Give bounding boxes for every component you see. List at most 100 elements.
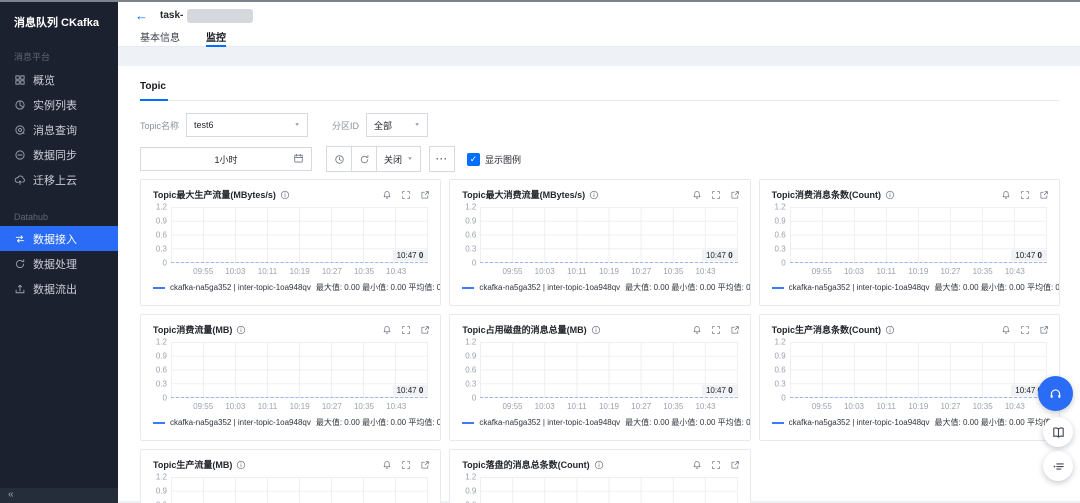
chart-legend-item[interactable]: ckafka-na5ga352 | inter-topic-1oa948qv 最… xyxy=(760,412,1059,428)
export-icon[interactable] xyxy=(730,325,740,335)
info-icon[interactable] xyxy=(236,325,246,335)
info-icon[interactable] xyxy=(236,460,246,470)
info-icon[interactable] xyxy=(280,190,290,200)
sidebar-item-overview[interactable]: 概览 xyxy=(0,67,118,92)
auto-refresh-value: 关闭 xyxy=(384,154,403,165)
more-button[interactable]: ··· xyxy=(428,146,455,172)
alarm-bell-icon[interactable] xyxy=(1001,190,1011,200)
info-icon[interactable] xyxy=(885,190,895,200)
y-tick-label: 0.9 xyxy=(774,351,786,361)
fullscreen-icon[interactable] xyxy=(1020,190,1030,200)
chart-title: Topic最大消费流量(MBytes/s) xyxy=(462,190,586,200)
alarm-bell-icon[interactable] xyxy=(382,190,392,200)
sidebar-item-migrate-to-cloud[interactable]: 迁移上云 xyxy=(0,167,118,192)
export-icon[interactable] xyxy=(420,325,430,335)
tab-topic[interactable]: Topic xyxy=(140,81,168,101)
export-icon[interactable] xyxy=(420,460,430,470)
topic-select[interactable]: test6 ▼ xyxy=(186,113,309,137)
x-tick-label: 10:11 xyxy=(876,402,896,411)
info-icon[interactable] xyxy=(591,325,601,335)
cursor-value-label: 10:47 0 xyxy=(701,250,737,261)
alarm-bell-icon[interactable] xyxy=(1001,325,1011,335)
filter-row: Topic名称 test6 ▼ 分区ID 全部 ▼ xyxy=(140,113,1060,137)
alarm-bell-icon[interactable] xyxy=(692,460,702,470)
alarm-bell-icon[interactable] xyxy=(382,325,392,335)
y-axis: 1.2 0.9 0.6 0.3 0 xyxy=(456,203,480,268)
export-icon[interactable] xyxy=(1039,190,1049,200)
sidebar-item-data-out[interactable]: 数据流出 xyxy=(0,276,118,301)
docs-button[interactable] xyxy=(1043,417,1073,447)
cursor-time: 10:47 xyxy=(705,386,726,395)
y-tick-label: 0.9 xyxy=(774,216,786,226)
x-tick-label: 10:43 xyxy=(386,402,407,411)
fullscreen-icon[interactable] xyxy=(711,190,721,200)
help-button[interactable] xyxy=(1038,376,1073,411)
chart-plot: 1.2 0.9 0.6 0.3 0 10:47 0 xyxy=(450,338,749,403)
export-icon[interactable] xyxy=(420,190,430,200)
chart-card: Topic最大生产流量(MBytes/s) 1.2 0.9 0.6 0.3 0 … xyxy=(140,179,442,306)
time-range-input[interactable]: 1小时 xyxy=(140,147,312,171)
chart-legend-item[interactable]: ckafka-na5ga352 | inter-topic-1oa948qv 最… xyxy=(450,412,750,428)
sidebar-item-message-query[interactable]: 消息查询 xyxy=(0,117,118,142)
partition-select[interactable]: 全部 ▼ xyxy=(366,113,429,137)
x-axis: 09:55 10:03 10:11 10:19 10:27 10:35 10:4… xyxy=(480,400,737,412)
sync-icon xyxy=(14,149,26,161)
series-stats: 最大值: 0.00 最小值: 0.00 平均值: 0.00 xyxy=(315,418,441,427)
alarm-bell-icon[interactable] xyxy=(382,460,392,470)
chart-card: Topic消费流量(MB) 1.2 0.9 0.6 0.3 0 10:47 0 … xyxy=(140,314,442,441)
sidebar-collapse-icon[interactable]: « xyxy=(8,489,14,500)
sidebar-item-label: 数据接入 xyxy=(33,233,77,246)
y-axis: 1.2 0.9 0.6 0.3 0 xyxy=(147,473,171,503)
chart-legend-item[interactable]: ckafka-na5ga352 | inter-topic-1oa948qv 最… xyxy=(141,277,440,293)
fullscreen-icon[interactable] xyxy=(711,325,721,335)
x-tick-label: 10:43 xyxy=(695,267,716,276)
fullscreen-icon[interactable] xyxy=(401,190,411,200)
monitoring-panel: Topic Topic名称 test6 ▼ 分区ID 全部 ▼ 1小时 关闭 ▼… xyxy=(118,66,1080,503)
series-name: ckafka-na5ga352 | inter-topic-1oa948qv xyxy=(788,283,930,292)
chart-plot: 1.2 0.9 0.6 0.3 0 10:47 0 xyxy=(141,203,440,268)
export-icon[interactable] xyxy=(730,190,740,200)
show-legend-checkbox[interactable]: ✓ 显示图例 xyxy=(466,152,521,166)
auto-refresh-select[interactable]: 关闭 ▼ xyxy=(376,146,421,172)
cursor-time: 10:47 xyxy=(396,386,417,395)
time-settings-button[interactable] xyxy=(326,146,352,172)
sidebar: 消息队列 CKafka 消息平台 概览 实例列表 消息查询 数据同步 迁移上云 … xyxy=(0,2,118,503)
sidebar-item-data-in[interactable]: 数据接入 xyxy=(0,226,118,251)
x-tick-label: 10:43 xyxy=(695,402,716,411)
x-tick-label: 10:27 xyxy=(321,402,342,411)
y-tick-label: 0 xyxy=(162,393,167,403)
chart-plot: 1.2 0.9 0.6 0.3 0 10:47 0 xyxy=(760,337,1059,403)
fullscreen-icon[interactable] xyxy=(401,325,411,335)
refresh-button[interactable] xyxy=(351,146,377,172)
tab-basic-info[interactable]: 基本信息 xyxy=(140,29,180,46)
x-tick-label: 10:43 xyxy=(1004,402,1025,411)
y-tick-label: 1.2 xyxy=(774,337,786,347)
x-tick-label: 10:03 xyxy=(225,267,246,276)
alarm-bell-icon[interactable] xyxy=(692,190,702,200)
chart-legend-item[interactable]: ckafka-na5ga352 | inter-topic-1oa948qv 最… xyxy=(141,412,440,428)
feedback-button[interactable] xyxy=(1043,451,1073,481)
export-icon[interactable] xyxy=(730,460,740,470)
info-icon[interactable] xyxy=(885,325,895,335)
back-button[interactable]: ← xyxy=(135,8,148,23)
alarm-bell-icon[interactable] xyxy=(692,325,702,335)
tab-monitoring[interactable]: 监控 xyxy=(206,29,226,47)
cursor-time: 10:47 xyxy=(1015,251,1036,260)
series-name: ckafka-na5ga352 | inter-topic-1oa948qv xyxy=(170,283,311,292)
chart-legend-item[interactable]: ckafka-na5ga352 | inter-topic-1oa948qv 最… xyxy=(760,277,1059,293)
x-tick-label: 09:55 xyxy=(811,267,832,276)
sidebar-item-data-sync[interactable]: 数据同步 xyxy=(0,142,118,167)
sidebar-item-data-process[interactable]: 数据处理 xyxy=(0,251,118,276)
y-tick-label: 0.3 xyxy=(465,379,477,389)
series-color-swatch xyxy=(771,421,784,424)
info-icon[interactable] xyxy=(589,190,599,200)
info-icon[interactable] xyxy=(594,460,604,470)
data-process-icon xyxy=(14,258,26,270)
y-tick-label: 0.6 xyxy=(774,230,786,240)
sidebar-item-instance-list[interactable]: 实例列表 xyxy=(0,92,118,117)
fullscreen-icon[interactable] xyxy=(1020,325,1030,335)
chart-legend-item[interactable]: ckafka-na5ga352 | inter-topic-1oa948qv 最… xyxy=(450,277,750,293)
fullscreen-icon[interactable] xyxy=(401,460,411,470)
fullscreen-icon[interactable] xyxy=(711,460,721,470)
export-icon[interactable] xyxy=(1039,325,1049,335)
